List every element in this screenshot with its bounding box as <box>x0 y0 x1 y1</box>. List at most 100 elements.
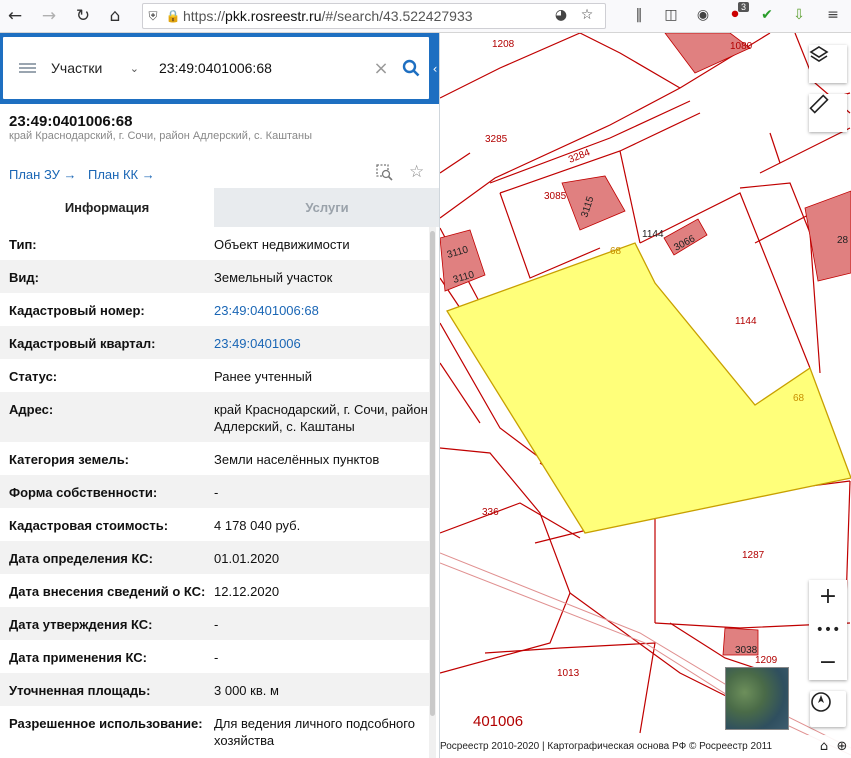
property-key: Кадастровый квартал: <box>9 336 156 351</box>
search-type-label: Участки <box>51 60 103 76</box>
tab-services[interactable]: Услуги <box>214 188 439 227</box>
map-attribution: Росреестр 2010-2020 | Картографическая о… <box>440 741 773 752</box>
object-address: край Краснодарский, г. Сочи, район Адлер… <box>9 130 313 142</box>
property-key: Вид: <box>9 270 39 285</box>
url-scheme: https:// <box>183 8 226 24</box>
tabs: Информация Услуги <box>0 188 439 227</box>
plan-zu-link[interactable]: План ЗУ → <box>9 167 77 182</box>
property-value: 12.12.2020 <box>214 584 280 599</box>
layers-button[interactable] <box>809 45 847 83</box>
property-row: Кадастровый квартал: 23:49:0401006 <box>0 326 430 359</box>
hamburger-menu-icon[interactable] <box>3 37 51 99</box>
object-actions: ☆ <box>376 164 424 181</box>
property-row: Уточненная площадь: 3 000 кв. м <box>0 673 430 706</box>
parcel-label: 1080 <box>730 41 753 52</box>
property-value: - <box>214 485 219 500</box>
search-box: Участки ⌄ 23:49:0401006:68 × <box>3 37 429 99</box>
parcel-label: 3284 <box>567 147 592 166</box>
reload-icon[interactable]: ↻ <box>70 3 96 29</box>
menu-icon[interactable]: ≡ <box>822 4 844 26</box>
library-icon[interactable]: ‖ <box>628 4 650 26</box>
parcel-label: 3285 <box>485 134 508 145</box>
property-value: Ранее учтенный <box>214 369 312 384</box>
parcel-label: 336 <box>482 507 499 518</box>
shield-icon[interactable]: ⛨ <box>143 9 163 24</box>
property-value: Земли населённых пунктов <box>214 452 380 467</box>
parcel-label: 1144 <box>735 316 757 327</box>
back-arrow-icon[interactable]: ← <box>2 3 28 29</box>
zoom-out-button[interactable]: − <box>809 646 847 679</box>
object-title: 23:49:0401006:68 <box>9 113 133 130</box>
property-row: Вид: Земельный участок <box>0 260 430 293</box>
lock-icon[interactable]: 🔒 <box>163 9 183 23</box>
parcel-label: 3085 <box>544 191 567 202</box>
parcel-label: 1208 <box>492 39 515 50</box>
extension-badge: 3 <box>738 2 750 12</box>
property-row: Кадастровая стоимость: 4 178 040 руб. <box>0 508 430 541</box>
property-row: Дата утверждения КС: - <box>0 607 430 640</box>
checkmark-icon[interactable]: ✔ <box>756 4 778 26</box>
property-key: Тип: <box>9 237 37 252</box>
property-key: Категория земель: <box>9 452 130 467</box>
chevron-down-icon: ⌄ <box>129 61 139 75</box>
property-key: Дата применения КС: <box>9 650 147 665</box>
cadastral-map[interactable]: 1208 1080 3285 3284 3085 3115 1144 3066 … <box>440 33 851 758</box>
bookmark-star-icon[interactable]: ☆ <box>576 4 598 26</box>
property-row: Дата внесения сведений о КС: 12.12.2020 <box>0 574 430 607</box>
crosshair-icon[interactable]: ⊕ <box>833 739 851 754</box>
parcel-label: 1209 <box>755 655 778 666</box>
panel-scrollbar[interactable] <box>429 227 436 758</box>
more-options-button[interactable]: ••• <box>809 613 847 646</box>
collapse-panel-button[interactable]: ‹ <box>430 33 439 104</box>
layers-icon <box>809 46 829 62</box>
property-value: 4 178 040 руб. <box>214 518 301 533</box>
search-button[interactable] <box>393 48 429 88</box>
property-key: Уточненная площадь: <box>9 683 151 698</box>
property-value: Земельный участок <box>214 270 333 285</box>
parcel-label: 1144 <box>642 229 664 240</box>
compass-button[interactable] <box>810 691 846 727</box>
sidebar-icon[interactable]: ◫ <box>660 4 682 26</box>
search-input[interactable]: 23:49:0401006:68 <box>153 60 369 76</box>
download-icon[interactable]: ⇩ <box>788 4 810 26</box>
zoom-controls: + ••• − <box>809 580 847 680</box>
clear-icon[interactable]: × <box>369 58 393 79</box>
search-type-select[interactable]: Участки ⌄ <box>51 60 153 76</box>
parcel-label: 1287 <box>742 550 765 561</box>
property-value: - <box>214 617 219 632</box>
property-row: Тип: Объект недвижимости <box>0 227 430 260</box>
property-row: Статус: Ранее учтенный <box>0 359 430 392</box>
home-map-icon[interactable]: ⌂ <box>815 739 833 754</box>
forward-arrow-icon[interactable]: → <box>36 3 62 29</box>
property-value-link[interactable]: 23:49:0401006:68 <box>214 302 429 326</box>
parcel-label: 68 <box>793 393 805 404</box>
tab-info[interactable]: Информация <box>0 188 214 227</box>
plan-kk-link[interactable]: План КК → <box>88 167 155 182</box>
cadastral-quarter-label: 401006 <box>473 713 524 730</box>
home-icon[interactable]: ⌂ <box>102 3 128 29</box>
property-row: Дата применения КС: - <box>0 640 430 673</box>
property-key: Кадастровый номер: <box>9 303 145 318</box>
property-value: край Краснодарский, г. Сочи, район Адлер… <box>214 402 428 434</box>
property-key: Дата внесения сведений о КС: <box>9 584 206 599</box>
account-icon[interactable]: ◉ <box>692 4 714 26</box>
map-canvas[interactable]: 1208 1080 3285 3284 3085 3115 1144 3066 … <box>440 33 851 758</box>
property-value-link[interactable]: 23:49:0401006 <box>214 335 429 359</box>
property-value: Для ведения личного подсобного хозяйства <box>214 716 415 748</box>
minimap[interactable] <box>725 667 789 730</box>
measure-button[interactable] <box>809 94 847 132</box>
property-row: Дата определения КС: 01.01.2020 <box>0 541 430 574</box>
zoom-in-button[interactable]: + <box>809 580 847 613</box>
property-value: 01.01.2020 <box>214 551 280 566</box>
scrollbar-thumb[interactable] <box>430 231 435 716</box>
property-row: Кадастровый номер: 23:49:0401006:68 <box>0 293 430 326</box>
favorite-star-icon[interactable]: ☆ <box>409 164 424 181</box>
property-value: - <box>214 650 219 665</box>
property-row: Форма собственности: - <box>0 475 430 508</box>
map-footer: Росреестр 2010-2020 | Картографическая о… <box>440 735 851 758</box>
zoom-to-object-icon[interactable] <box>376 164 393 181</box>
ruler-icon <box>809 94 829 114</box>
pocket-icon[interactable]: ◕ <box>550 4 572 26</box>
address-bar[interactable]: ⛨ 🔒 https://pkk.rosreestr.ru/#/search/43… <box>142 3 606 29</box>
property-key: Адрес: <box>9 402 54 417</box>
